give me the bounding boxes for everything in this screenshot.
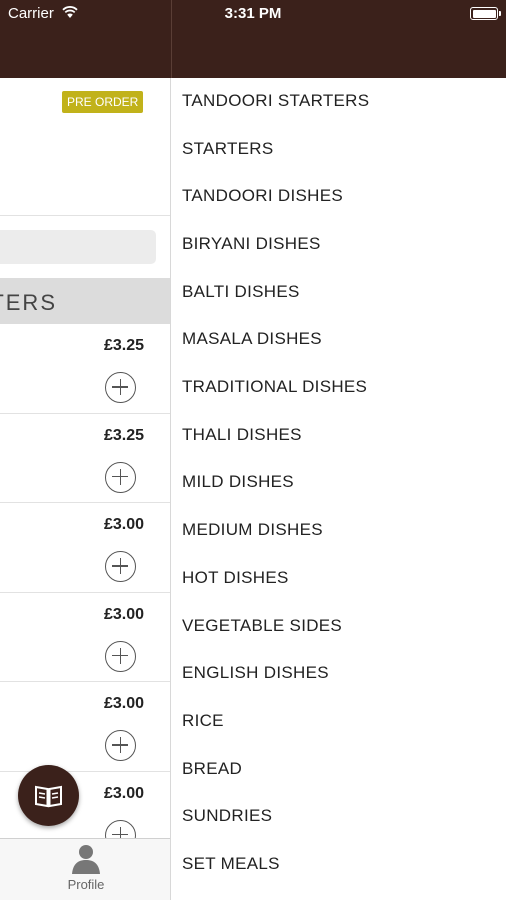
menu-item-bread[interactable]: BREAD bbox=[182, 759, 242, 779]
menu-content-panel[interactable]: PRE ORDER TERS £3.25 £3.25 £3.00 £3.00 £… bbox=[0, 78, 171, 900]
category-header: TERS bbox=[0, 278, 170, 324]
menu-book-icon bbox=[35, 785, 62, 808]
category-menu: TANDOORI STARTERS STARTERS TANDOORI DISH… bbox=[172, 78, 506, 900]
menu-item-sundries[interactable]: SUNDRIES bbox=[182, 806, 272, 826]
add-icon[interactable] bbox=[105, 461, 136, 493]
item-price: £3.00 bbox=[103, 605, 144, 623]
item-price: £3.25 bbox=[103, 337, 144, 354]
menu-item-thali-dishes[interactable]: THALI DISHES bbox=[182, 425, 302, 445]
profile-icon bbox=[72, 845, 100, 874]
list-item: £3.25 bbox=[0, 324, 170, 414]
menu-item-masala-dishes[interactable]: MASALA DISHES bbox=[182, 329, 322, 349]
list-item: £3.25 bbox=[0, 414, 170, 503]
add-icon[interactable] bbox=[105, 372, 136, 403]
menu-item-traditional-dishes[interactable]: TRADITIONAL DISHES bbox=[182, 377, 367, 397]
category-title: TERS bbox=[0, 290, 57, 315]
add-icon[interactable] bbox=[105, 730, 136, 761]
item-price: £3.00 bbox=[103, 695, 144, 712]
divider bbox=[0, 215, 170, 216]
menu-item-mild-dishes[interactable]: MILD DISHES bbox=[182, 472, 294, 492]
menu-item-medium-dishes[interactable]: MEDIUM DISHES bbox=[182, 520, 323, 540]
menu-item-rice[interactable]: RICE bbox=[182, 711, 224, 731]
status-bar: Carrier 3:31 PM bbox=[0, 0, 506, 28]
menu-book-button[interactable] bbox=[18, 765, 79, 826]
search-input[interactable] bbox=[0, 230, 156, 264]
preorder-badge[interactable]: PRE ORDER bbox=[62, 91, 144, 113]
menu-item-tandoori-dishes[interactable]: TANDOORI DISHES bbox=[182, 186, 343, 206]
menu-item-tandoori-starters[interactable]: TANDOORI STARTERS bbox=[182, 91, 369, 111]
list-item: £3.00 bbox=[0, 503, 170, 593]
menu-item-english-dishes[interactable]: ENGLISH DISHES bbox=[182, 663, 329, 683]
tab-profile[interactable]: Profile bbox=[60, 841, 112, 895]
navigation-bar: Carrier 3:31 PM bbox=[0, 0, 506, 78]
battery-icon bbox=[470, 7, 501, 20]
menu-item-starters[interactable]: STARTERS bbox=[182, 139, 274, 159]
menu-item-balti-dishes[interactable]: BALTI DISHES bbox=[182, 282, 300, 302]
nav-divider bbox=[171, 0, 172, 78]
menu-item-vegetable-sides[interactable]: VEGETABLE SIDES bbox=[182, 616, 342, 636]
status-time: 3:31 PM bbox=[224, 5, 282, 22]
tab-profile-label: Profile bbox=[67, 877, 105, 892]
add-icon[interactable] bbox=[105, 640, 136, 672]
list-item: £3.00 bbox=[0, 682, 170, 772]
menu-item-hot-dishes[interactable]: HOT DISHES bbox=[182, 568, 289, 588]
item-price: £3.00 bbox=[103, 516, 144, 533]
list-item: £3.00 bbox=[0, 593, 170, 682]
item-price: £3.25 bbox=[103, 426, 144, 444]
tab-bar: Profile bbox=[0, 838, 170, 900]
add-icon[interactable] bbox=[105, 551, 136, 582]
item-price: £3.00 bbox=[103, 784, 144, 802]
menu-item-biryani-dishes[interactable]: BIRYANI DISHES bbox=[182, 234, 321, 254]
menu-item-set-meals[interactable]: SET MEALS bbox=[182, 854, 280, 874]
